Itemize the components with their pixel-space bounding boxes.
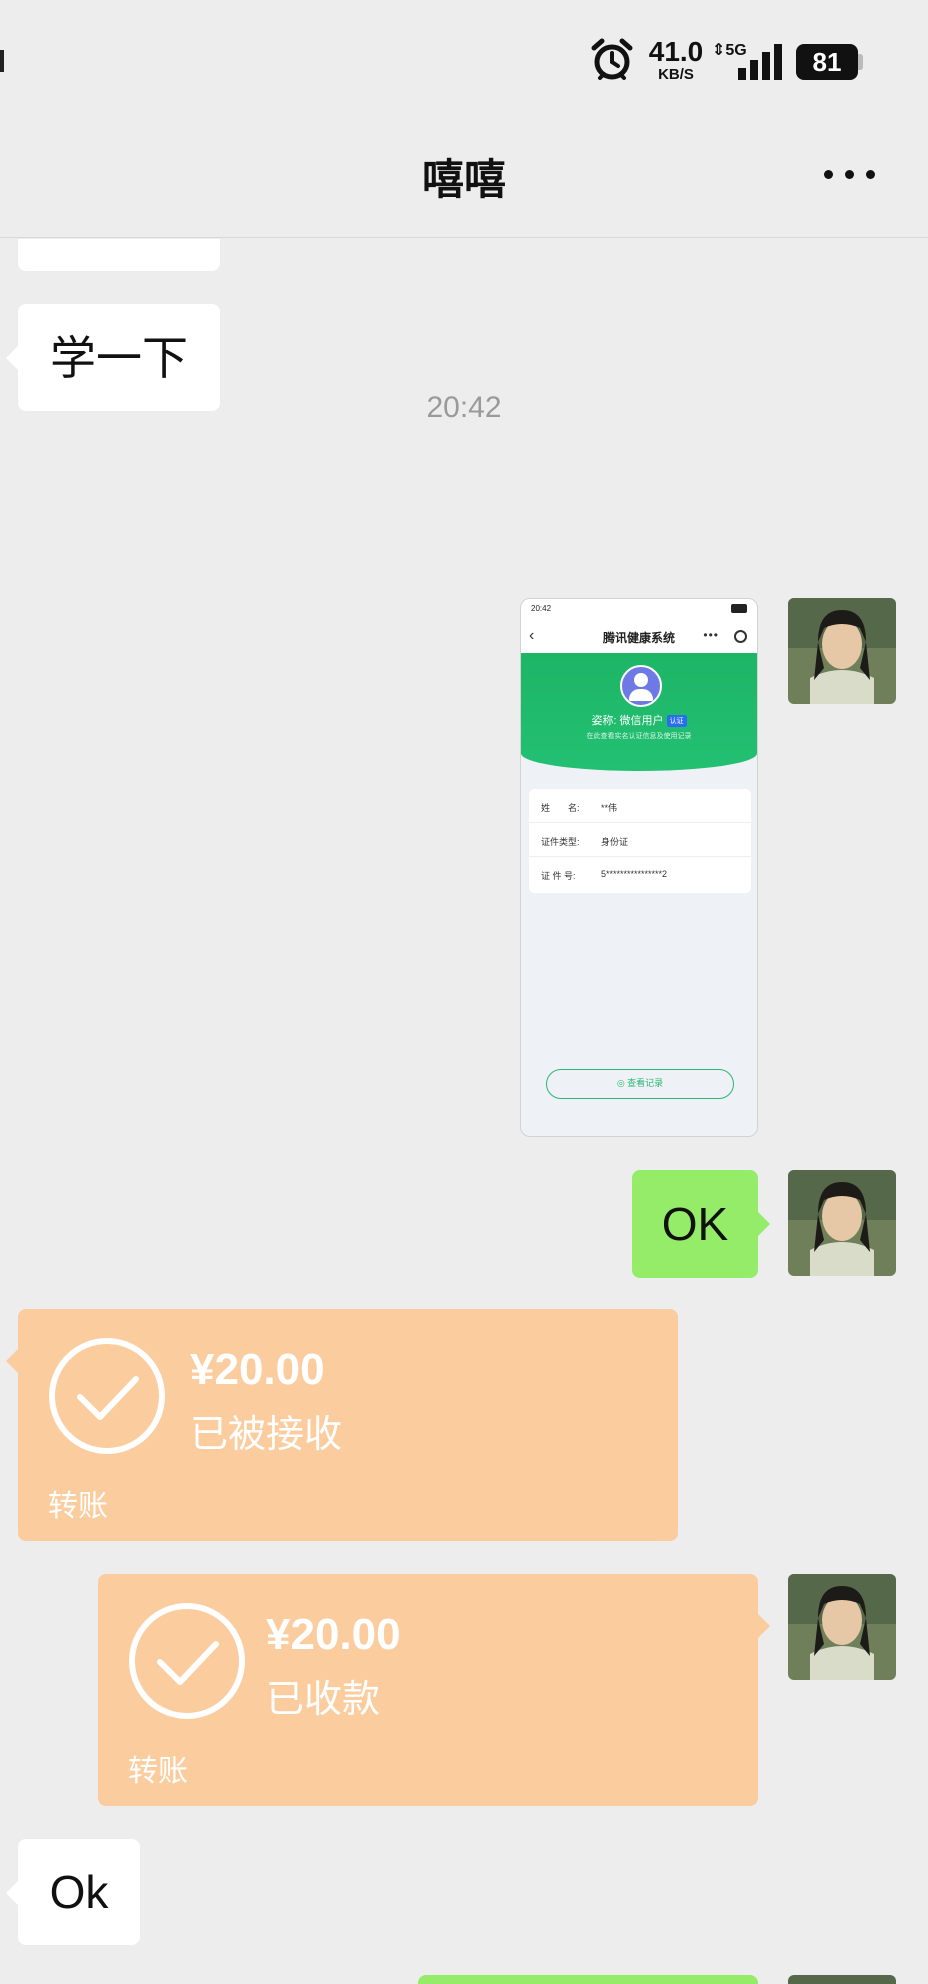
thumb-record-label: 查看记录 <box>627 1078 664 1088</box>
checkmark-circle-icon <box>49 1338 165 1454</box>
message-bubble-incoming[interactable]: Ok <box>6 1839 140 1945</box>
thumb-user-tag: 认证 <box>666 715 687 728</box>
thumb-row-key: 证件类型: <box>541 837 580 847</box>
bubble-tail <box>758 1614 770 1638</box>
bubble-tail <box>6 346 18 370</box>
thumb-user-label: 姿称: 微信用户 认证 <box>521 712 757 728</box>
thumb-row-value: **伟 <box>601 803 618 813</box>
thumb-row-value: 5****************2 <box>601 869 668 879</box>
more-icon[interactable] <box>820 170 880 182</box>
thumb-row-value: 身份证 <box>601 837 629 847</box>
bubble-tail <box>6 1349 18 1373</box>
bubble-tail <box>758 1212 770 1236</box>
thumb-header: ‹ 腾讯健康系统 ••• <box>521 619 757 653</box>
message-text: 学一下 <box>50 331 188 384</box>
message-timestamp: 20:42 <box>426 391 502 424</box>
signal-icon <box>738 44 782 80</box>
image-message[interactable]: 20:42 ‹ 腾讯健康系统 ••• 姿称: 微信用户 认证 在此查看实名认证信息… <box>520 598 758 1137</box>
avatar-portrait-icon <box>788 598 896 704</box>
message-text: OK <box>661 1198 729 1250</box>
thumb-user-avatar-icon <box>620 665 662 707</box>
thumb-record-button: ◎ 查看记录 <box>546 1069 734 1099</box>
transfer-label: 转账 <box>128 1755 188 1788</box>
thumb-more-icon: ••• <box>703 628 719 642</box>
thumb-info-row: 证件类型: 身份证 <box>529 823 751 857</box>
status-bar: 41.0 KB/S ⇕5G 81 <box>0 0 928 110</box>
message-bubble-partial[interactable] <box>418 1975 758 1984</box>
thumb-row-key: 证 件 号: <box>541 871 576 881</box>
alarm-icon <box>591 38 633 80</box>
message-text: Ok <box>49 1866 109 1918</box>
transfer-card-incoming[interactable]: ¥20.00 已被接收 转账 <box>6 1309 678 1541</box>
chat-title: 嘻嘻 <box>421 156 506 203</box>
battery-icon: 81 <box>796 44 858 80</box>
battery-level: 81 <box>812 47 842 77</box>
thumb-title: 腾讯健康系统 <box>602 631 675 645</box>
network-speed-value: 41.0 <box>648 36 704 67</box>
thumb-note: 在此查看实名认证信息及使用记录 <box>586 733 692 740</box>
thumb-info-card: 姓 名: **伟 证件类型: 身份证 证 件 号: 5*************… <box>529 789 751 893</box>
transfer-amount: ¥20.00 <box>190 1345 325 1394</box>
message-bubble-outgoing[interactable]: OK <box>632 1170 770 1278</box>
transfer-label: 转账 <box>48 1490 108 1523</box>
thumb-battery-icon <box>731 604 747 613</box>
message-list[interactable]: 学一下 20:42 20:42 ‹ 腾讯健康系统 ••• 姿称: 微信用户 认证 … <box>0 239 928 1984</box>
avatar-portrait-icon <box>788 1170 896 1276</box>
avatar[interactable] <box>788 1170 896 1276</box>
network-speed: 41.0 KB/S <box>648 36 704 83</box>
message-bubble-partial[interactable] <box>18 239 220 271</box>
thumb-status-bar: 20:42 <box>521 599 757 619</box>
thumb-info-row: 证 件 号: 5****************2 <box>529 857 751 891</box>
bubble-tail <box>6 1881 18 1905</box>
avatar[interactable] <box>788 598 896 704</box>
avatar[interactable] <box>788 1574 896 1680</box>
transfer-card-outgoing[interactable]: ¥20.00 已收款 转账 <box>98 1574 770 1806</box>
avatar[interactable] <box>788 1975 896 1984</box>
transfer-status: 已收款 <box>266 1679 381 1721</box>
status-left-indicator <box>0 50 4 72</box>
thumb-time: 20:42 <box>531 604 552 613</box>
battery-tip <box>858 54 863 70</box>
thumb-target-icon <box>734 630 747 643</box>
transfer-amount: ¥20.00 <box>266 1610 401 1659</box>
thumb-row-key: 姓 名: <box>541 803 580 813</box>
avatar-portrait-icon <box>788 1574 896 1680</box>
chat-header: 嘻嘻 <box>0 110 928 238</box>
thumb-info-row: 姓 名: **伟 <box>529 789 751 823</box>
network-speed-unit: KB/S <box>658 66 694 83</box>
thumb-user-name: 姿称: 微信用户 <box>591 715 664 727</box>
transfer-status: 已被接收 <box>190 1414 343 1456</box>
checkmark-circle-icon <box>129 1603 245 1719</box>
